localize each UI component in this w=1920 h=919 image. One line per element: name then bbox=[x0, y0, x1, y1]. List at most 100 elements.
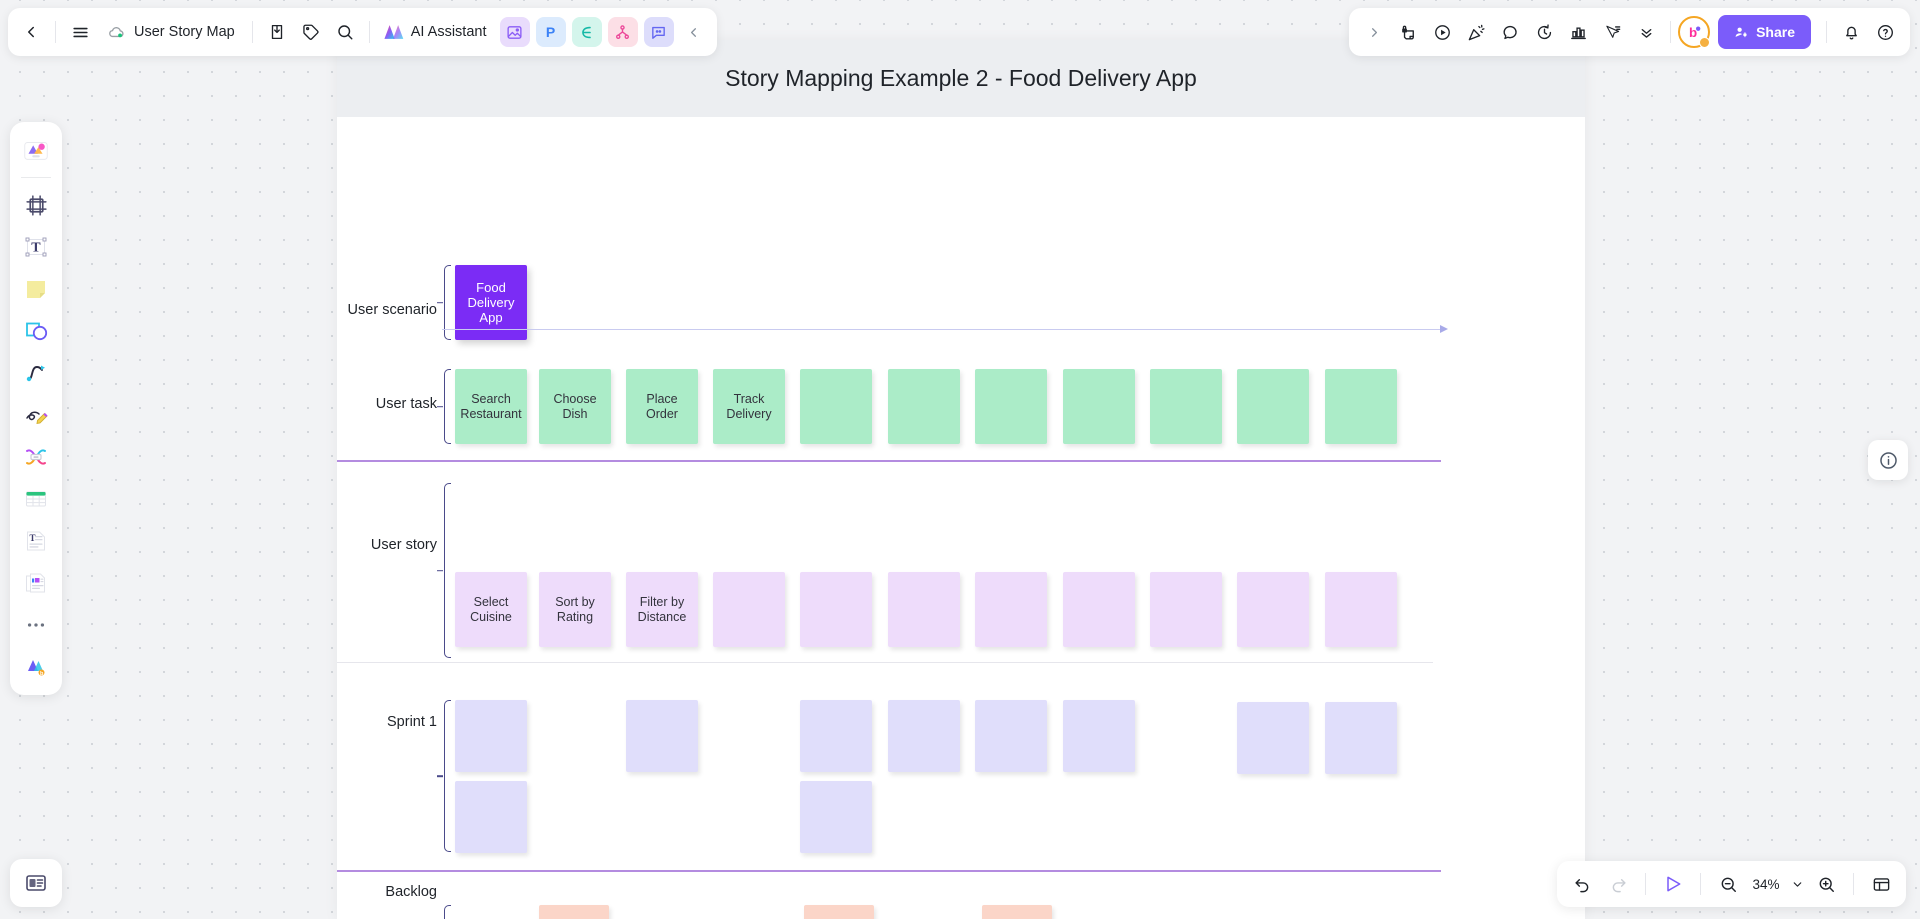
board-title: Story Mapping Example 2 - Food Delivery … bbox=[725, 65, 1197, 91]
table-tool[interactable] bbox=[16, 479, 56, 519]
expand-tools-button[interactable] bbox=[1357, 15, 1391, 49]
document-title[interactable]: User Story Map bbox=[97, 15, 245, 49]
card-user-story-2[interactable]: Filter by Distance bbox=[626, 572, 698, 647]
card-sprint-6[interactable] bbox=[1237, 702, 1309, 774]
sticky-note-tool[interactable] bbox=[16, 269, 56, 309]
card-sprint-8[interactable] bbox=[455, 781, 527, 853]
presentation-mode-tool[interactable] bbox=[10, 859, 62, 907]
divider-after-user-story bbox=[337, 662, 1433, 663]
back-button[interactable] bbox=[14, 15, 48, 49]
timer-icon[interactable] bbox=[1527, 15, 1561, 49]
chevron-double-down-icon[interactable] bbox=[1629, 15, 1663, 49]
card-user-story-6[interactable] bbox=[975, 572, 1047, 647]
card-sprint-5[interactable] bbox=[1063, 700, 1135, 772]
share-button[interactable]: Share bbox=[1718, 15, 1811, 49]
card-backlog-2[interactable] bbox=[982, 905, 1052, 919]
image-generate-chip[interactable] bbox=[499, 17, 530, 47]
sticky-note-lock-icon[interactable] bbox=[1391, 15, 1425, 49]
card-sprint-4[interactable] bbox=[975, 700, 1047, 772]
card-sprint-9[interactable] bbox=[800, 781, 872, 853]
shape-tool[interactable] bbox=[16, 311, 56, 351]
share-person-icon bbox=[1734, 25, 1749, 40]
top-right-toolbar: b Share bbox=[1349, 8, 1910, 56]
mindmap-tool[interactable] bbox=[16, 437, 56, 477]
zoom-in-button[interactable] bbox=[1809, 867, 1843, 901]
card-user-task-4[interactable] bbox=[800, 369, 872, 444]
export-download-button[interactable] bbox=[260, 15, 294, 49]
mindmap-chip[interactable] bbox=[571, 17, 602, 47]
vote-chart-icon[interactable] bbox=[1561, 15, 1595, 49]
zoom-dropdown-button[interactable] bbox=[1787, 867, 1807, 901]
card-backlog-1[interactable] bbox=[804, 905, 874, 919]
card-user-story-10[interactable] bbox=[1325, 572, 1397, 647]
card-user-story-7[interactable] bbox=[1063, 572, 1135, 647]
card-user-story-1[interactable]: Sort by Rating bbox=[539, 572, 611, 647]
avatar[interactable]: b bbox=[1678, 16, 1711, 48]
info-circle-icon[interactable] bbox=[1868, 440, 1908, 480]
card-user-task-8[interactable] bbox=[1150, 369, 1222, 444]
card-user-task-1[interactable]: Choose Dish bbox=[539, 369, 611, 444]
left-toolbar: T T b bbox=[10, 122, 62, 695]
card-sprint-0[interactable] bbox=[455, 700, 527, 772]
more-files-tool[interactable] bbox=[16, 563, 56, 603]
row-label-user-task: User task bbox=[375, 396, 437, 412]
document-tool[interactable]: T bbox=[16, 521, 56, 561]
card-sprint-2[interactable] bbox=[800, 700, 872, 772]
divider bbox=[251, 21, 253, 43]
notification-bell-icon[interactable] bbox=[1834, 15, 1868, 49]
bottom-toolbar: 34% bbox=[1557, 861, 1906, 907]
card-user-task-7[interactable] bbox=[1063, 369, 1135, 444]
tag-button[interactable] bbox=[294, 15, 328, 49]
divider bbox=[55, 21, 56, 43]
fit-screen-button[interactable] bbox=[1864, 867, 1898, 901]
card-user-story-8[interactable] bbox=[1150, 572, 1222, 647]
zoom-out-button[interactable] bbox=[1711, 867, 1745, 901]
help-circle-icon[interactable] bbox=[1868, 15, 1902, 49]
card-backlog-0[interactable] bbox=[539, 905, 609, 919]
hamburger-menu-button[interactable] bbox=[63, 15, 97, 49]
card-user-story-5[interactable] bbox=[888, 572, 960, 647]
card-user-task-2[interactable]: Place Order bbox=[626, 369, 698, 444]
cursor-pointer-icon[interactable] bbox=[1595, 15, 1629, 49]
zoom-level-value[interactable]: 34% bbox=[1747, 877, 1785, 892]
more-options-tool[interactable] bbox=[16, 605, 56, 645]
templates-tool[interactable] bbox=[16, 130, 56, 170]
comment-bubble-icon[interactable] bbox=[1493, 15, 1527, 49]
collapse-apps-button[interactable] bbox=[677, 15, 711, 49]
redo-button[interactable] bbox=[1601, 867, 1635, 901]
svg-text:b: b bbox=[1689, 25, 1697, 40]
card-sprint-7[interactable] bbox=[1325, 702, 1397, 774]
ai-magic-tool[interactable]: b bbox=[16, 647, 56, 687]
chat-comment-chip[interactable] bbox=[643, 17, 674, 47]
text-tool[interactable]: T bbox=[16, 227, 56, 267]
card-user-task-0[interactable]: Search Restaurant bbox=[455, 369, 527, 444]
present-play-button[interactable] bbox=[1656, 867, 1690, 901]
play-circle-icon[interactable] bbox=[1425, 15, 1459, 49]
top-left-toolbar: User Story Map AI Assistant P bbox=[8, 8, 717, 56]
card-user-task-3[interactable]: Track Delivery bbox=[713, 369, 785, 444]
presentation-chip[interactable]: P bbox=[535, 17, 566, 47]
card-user-story-3[interactable] bbox=[713, 572, 785, 647]
brace-user-story bbox=[444, 483, 451, 658]
card-user-task-9[interactable] bbox=[1237, 369, 1309, 444]
card-user-task-10[interactable] bbox=[1325, 369, 1397, 444]
undo-button[interactable] bbox=[1565, 867, 1599, 901]
celebrate-icon[interactable] bbox=[1459, 15, 1493, 49]
search-button[interactable] bbox=[328, 15, 362, 49]
row-label-user-scenario: User scenario bbox=[347, 302, 437, 318]
card-user-task-5[interactable] bbox=[888, 369, 960, 444]
card-user-task-6[interactable] bbox=[975, 369, 1047, 444]
divider bbox=[21, 177, 51, 178]
board-frame[interactable]: Story Mapping Example 2 - Food Delivery … bbox=[337, 40, 1585, 919]
flowchart-chip[interactable] bbox=[607, 17, 638, 47]
svg-text:T: T bbox=[30, 533, 36, 543]
card-sprint-3[interactable] bbox=[888, 700, 960, 772]
pen-draw-tool[interactable] bbox=[16, 395, 56, 435]
ai-assistant-button[interactable]: AI Assistant bbox=[377, 15, 497, 49]
connector-line-tool[interactable] bbox=[16, 353, 56, 393]
card-user-story-4[interactable] bbox=[800, 572, 872, 647]
card-sprint-1[interactable] bbox=[626, 700, 698, 772]
frame-tool[interactable] bbox=[16, 185, 56, 225]
card-user-story-9[interactable] bbox=[1237, 572, 1309, 647]
card-user-story-0[interactable]: Select Cuisine bbox=[455, 572, 527, 647]
